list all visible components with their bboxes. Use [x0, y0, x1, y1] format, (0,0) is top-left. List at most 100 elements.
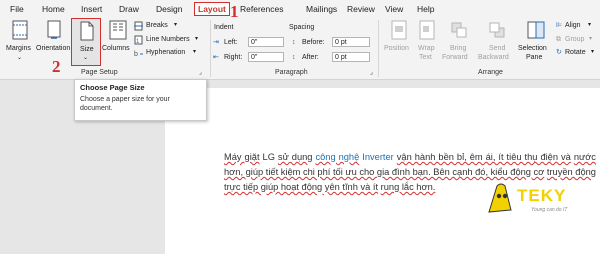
ribbon-tabs: File Home Insert Draw Design Layout Refe… [0, 0, 600, 17]
wrap-text-label-2: Text [419, 54, 432, 61]
text-run: vận hành bền bỉ, êm ái, ít tiêu thụ điện… [396, 152, 571, 162]
text-run: rung lắc hơn. [380, 182, 436, 192]
spacing-after-label: After: [302, 54, 319, 61]
indent-right-label: Right: [224, 54, 243, 61]
indent-left-label: Left: [224, 39, 238, 46]
tab-insert[interactable]: Insert [81, 3, 102, 15]
align-button[interactable]: ⊫ Align ▾ [556, 21, 600, 31]
chevron-down-icon: ▾ [591, 49, 595, 55]
position-label: Position [384, 45, 409, 52]
line-numbers-button[interactable]: 1 Line Numbers ▾ [134, 35, 204, 45]
step-2-annotation: 2 [52, 57, 61, 76]
spacing-before-icon: ↕ [292, 39, 296, 46]
columns-icon [109, 20, 127, 40]
link-text[interactable]: công nghệ [315, 152, 359, 162]
page-size-icon [80, 21, 94, 41]
line-numbers-icon: 1 [134, 35, 143, 45]
align-label: Align [565, 22, 581, 29]
margins-label: Margins [6, 45, 31, 52]
rotate-button[interactable]: ↻ Rotate ▾ [556, 48, 600, 58]
send-backward-button[interactable]: Send Backward [478, 20, 516, 65]
bring-forward-label-2: Forward [442, 54, 468, 61]
indent-right-icon: ⇤ [213, 54, 219, 61]
size-tooltip: Choose Page Size Choose a paper size for… [74, 79, 207, 121]
chevron-down-icon: ▾ [174, 22, 178, 28]
text-run: Máy giặt [224, 152, 260, 162]
breaks-button[interactable]: Breaks ▾ [134, 21, 204, 31]
hyphenation-icon: b [134, 51, 143, 58]
margins-icon [12, 20, 28, 40]
send-backward-label-2: Backward [478, 54, 509, 61]
indent-left-field[interactable]: 0" [248, 37, 284, 47]
tab-help[interactable]: Help [417, 3, 434, 15]
send-backward-label-1: Send [489, 45, 506, 52]
send-backward-icon [489, 22, 505, 38]
tab-layout[interactable]: Layout [194, 2, 230, 16]
size-label: Size [80, 46, 94, 53]
tooltip-line: document. [80, 105, 113, 112]
logo-brand-text: TEKY [517, 186, 567, 205]
selection-pane-icon [527, 21, 545, 39]
indent-right-field[interactable]: 0" [248, 52, 284, 62]
arrange-group-label: Arrange [478, 69, 503, 76]
breaks-icon [134, 21, 143, 31]
wrap-text-button[interactable]: Wrap Text [416, 20, 438, 65]
chevron-down-icon: ▾ [588, 22, 592, 28]
tab-design[interactable]: Design [156, 3, 182, 15]
indent-header: Indent [214, 24, 234, 31]
bring-forward-icon [451, 22, 467, 38]
text-run: LG [262, 152, 275, 162]
rotate-icon: ↻ [556, 49, 562, 56]
line-numbers-label: Line Numbers [146, 36, 190, 43]
group-separator [378, 20, 379, 77]
tab-file[interactable]: File [10, 3, 24, 15]
chevron-down-icon: ▾ [589, 36, 593, 42]
group-label: Group [565, 36, 585, 43]
paragraph-group-label: Paragraph [275, 69, 308, 76]
dialog-launcher-icon[interactable]: ⌟ [370, 69, 373, 78]
bring-forward-button[interactable]: Bring Forward [442, 20, 476, 65]
selection-pane-label-2: Pane [526, 54, 543, 61]
tab-home[interactable]: Home [42, 3, 65, 15]
spacing-after-field[interactable]: 0 pt [332, 52, 370, 62]
tab-mailings[interactable]: Mailings [306, 3, 337, 15]
logo-tagline: Young can do IT [531, 207, 568, 213]
margins-button[interactable]: Margins ⌄ [6, 20, 34, 65]
tab-references[interactable]: References [240, 3, 283, 15]
group-button[interactable]: ⧉ Group ▾ [556, 35, 600, 45]
chevron-down-icon: ▾ [193, 49, 197, 55]
group-separator [210, 20, 211, 77]
columns-button[interactable]: Columns [102, 20, 132, 65]
tooltip-description: Choose a paper size for your document. [80, 95, 201, 113]
indent-left-icon: ⇥ [213, 39, 219, 46]
selection-pane-button[interactable]: Selection Pane [518, 20, 554, 65]
tab-view[interactable]: View [385, 3, 403, 15]
align-icon: ⊫ [556, 22, 563, 29]
spacing-before-field[interactable]: 0 pt [332, 37, 370, 47]
chevron-down-icon: ⌄ [83, 55, 89, 61]
wrap-text-icon [419, 20, 435, 40]
bring-forward-label-1: Bring [450, 45, 467, 52]
svg-text:b: b [134, 51, 138, 58]
ribbon: Margins ⌄ Orientation Size ⌄ Columns Bre… [0, 17, 600, 80]
spacing-before-label: Before: [302, 39, 325, 46]
spacing-header: Spacing [289, 24, 315, 31]
tab-draw[interactable]: Draw [119, 3, 139, 15]
position-button[interactable]: Position [384, 20, 414, 65]
tab-review[interactable]: Review [347, 3, 375, 15]
teky-logo: TEKY Young can do IT [485, 180, 595, 218]
size-button[interactable]: Size ⌄ [71, 18, 101, 66]
page-setup-group-label: Page Setup [81, 69, 118, 76]
group-icon: ⧉ [556, 36, 561, 43]
link-text[interactable]: Inverter [362, 152, 394, 162]
selection-pane-label-1: Selection [518, 45, 547, 52]
orientation-label: Orientation [36, 45, 71, 52]
dialog-launcher-icon[interactable]: ⌟ [199, 69, 202, 78]
spacing-after-icon: ↕ [292, 54, 296, 61]
position-icon [391, 20, 407, 40]
wrap-text-label-1: Wrap [418, 45, 435, 52]
columns-label: Columns [102, 45, 130, 52]
chevron-down-icon: ▾ [195, 36, 199, 42]
hyphenation-label: Hyphenation [146, 49, 186, 56]
hyphenation-button[interactable]: b Hyphenation ▾ [134, 48, 204, 58]
